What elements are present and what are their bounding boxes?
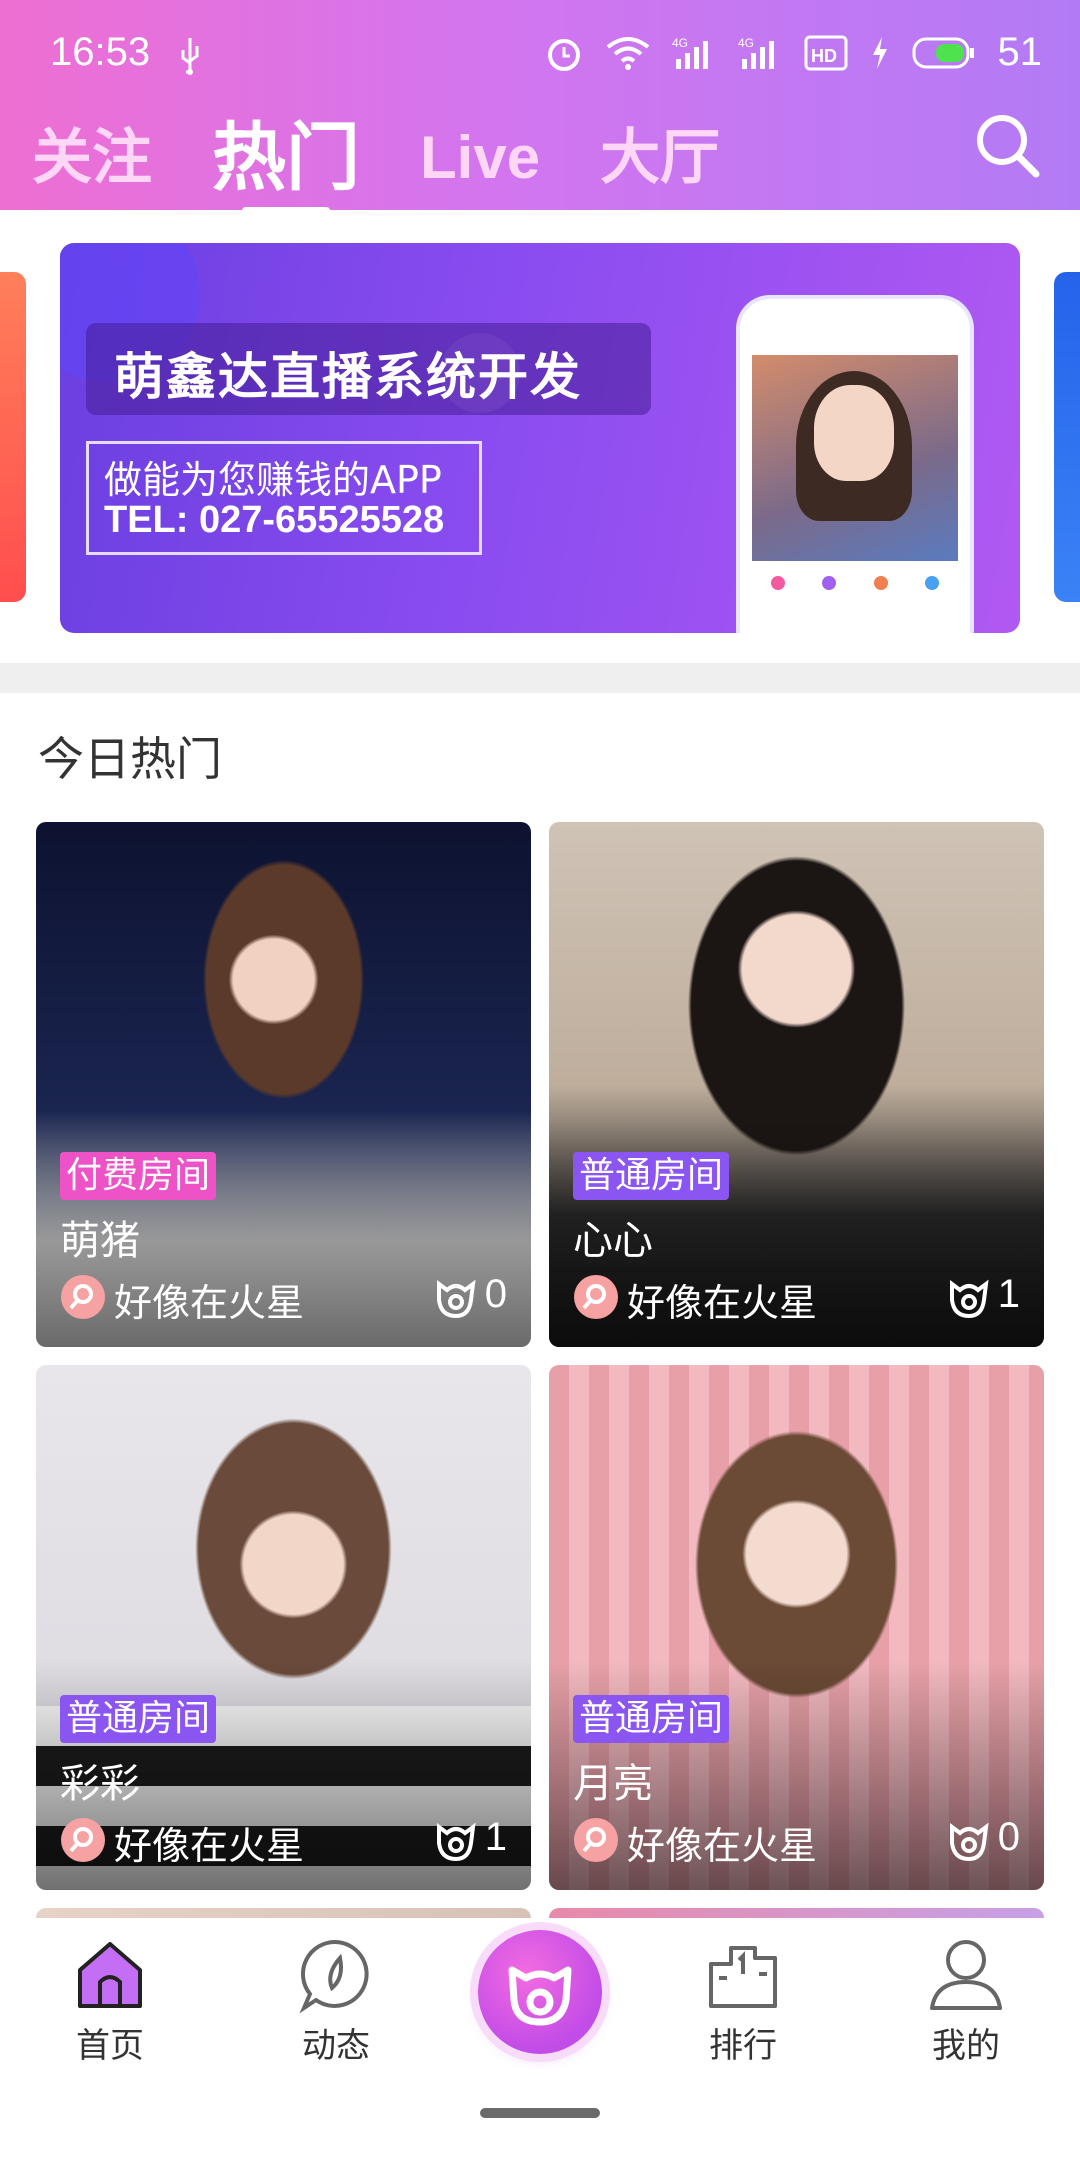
room-type-badge: 普通房间 xyxy=(573,1695,730,1743)
streamer-name: 月亮 xyxy=(573,1761,653,1807)
wifi-icon xyxy=(606,36,649,70)
top-header: 16:53 4G 4G HD 51 关注 热门 Live 大厅 xyxy=(0,0,1080,214)
viewer-cat-icon xyxy=(437,1822,476,1862)
svg-text:HD: HD xyxy=(811,46,837,66)
banner-carousel[interactable]: 萌鑫达直播系统开发 做能为您赚钱的APP TEL: 027-65525528 xyxy=(0,210,1080,660)
banner-slogan: 做能为您赚钱的APP xyxy=(104,458,442,502)
nav-label: 我的 xyxy=(932,2026,1000,2066)
nav-moments[interactable]: 动态 xyxy=(256,1934,416,2067)
nav-ranking[interactable]: 排行 xyxy=(663,1934,823,2067)
phone-icon-bar xyxy=(752,561,958,605)
room-type-badge: 付费房间 xyxy=(60,1152,217,1200)
live-room-card[interactable]: 普通房间 心心 好像在火星 1 xyxy=(549,822,1044,1347)
viewer-count: 1 xyxy=(997,1272,1020,1316)
section-divider xyxy=(0,663,1080,693)
banner-slide[interactable]: 萌鑫达直播系统开发 做能为您赚钱的APP TEL: 027-65525528 xyxy=(60,243,1020,633)
hd-icon: HD xyxy=(804,35,847,70)
signal-4g-icon: 4G xyxy=(672,36,708,69)
home-icon xyxy=(78,1942,142,2008)
phone-screen xyxy=(752,355,958,561)
nav-label: 首页 xyxy=(76,2026,144,2066)
live-room-card[interactable]: 付费房间 萌猪 好像在火星 0 xyxy=(36,822,531,1347)
location-pin-icon xyxy=(574,1275,618,1319)
status-time: 16:53 xyxy=(50,30,151,74)
nav-label: 动态 xyxy=(302,2026,370,2066)
alarm-icon xyxy=(547,38,580,71)
viewer-cat-icon xyxy=(950,1822,989,1862)
streamer-location: 好像在火星 xyxy=(627,1824,818,1868)
system-home-indicator[interactable] xyxy=(480,2108,600,2118)
charging-icon xyxy=(872,36,887,69)
usb-icon xyxy=(181,38,199,75)
streamer-name: 萌猪 xyxy=(60,1218,140,1264)
svg-text:4G: 4G xyxy=(738,36,754,50)
viewer-cat-icon xyxy=(950,1279,989,1319)
section-title: 今日热门 xyxy=(38,732,222,786)
tab-hot[interactable]: 热门 xyxy=(212,118,360,214)
tab-hall[interactable]: 大厅 xyxy=(600,118,720,198)
nav-profile[interactable]: 我的 xyxy=(886,1934,1046,2067)
status-icons: 4G 4G HD 51 xyxy=(544,30,1043,75)
location-pin-icon xyxy=(61,1275,105,1319)
streamer-location: 好像在火星 xyxy=(114,1281,305,1325)
banner-tel: TEL: 027-65525528 xyxy=(104,499,445,541)
cat-logo-icon xyxy=(508,1966,572,2026)
viewer-cat-icon xyxy=(437,1279,476,1319)
search-icon[interactable] xyxy=(972,110,1042,180)
banner-title: 萌鑫达直播系统开发 xyxy=(114,348,582,406)
nav-label: 排行 xyxy=(709,2026,777,2066)
live-room-card[interactable]: 普通房间 月亮 好像在火星 0 xyxy=(549,1365,1044,1890)
ranking-icon xyxy=(709,1946,777,2008)
streamer-location: 好像在火星 xyxy=(627,1281,818,1325)
viewer-count: 0 xyxy=(997,1815,1020,1859)
tab-live[interactable]: Live xyxy=(420,118,540,198)
phone-photo-face xyxy=(814,385,894,481)
profile-icon xyxy=(930,1940,1002,2010)
room-type-badge: 普通房间 xyxy=(60,1695,217,1743)
tab-follow[interactable]: 关注 xyxy=(32,118,152,198)
streamer-name: 心心 xyxy=(573,1218,653,1264)
location-pin-icon xyxy=(61,1818,105,1862)
nav-home[interactable]: 首页 xyxy=(30,1934,190,2067)
live-room-card[interactable]: 普通房间 彩彩 好像在火星 1 xyxy=(36,1365,531,1890)
status-bar: 16:53 4G 4G HD 51 xyxy=(0,0,1080,110)
top-tabs: 关注 热门 Live 大厅 xyxy=(32,108,780,214)
battery-icon xyxy=(912,37,974,68)
streamer-location: 好像在火星 xyxy=(114,1824,305,1868)
moments-icon xyxy=(299,1939,369,2014)
banner-prev-peek xyxy=(0,272,26,602)
go-live-button[interactable] xyxy=(478,1930,602,2054)
battery-level: 51 xyxy=(997,30,1043,74)
svg-text:4G: 4G xyxy=(672,36,688,50)
viewer-count: 1 xyxy=(484,1815,507,1859)
location-pin-icon xyxy=(574,1818,618,1862)
phone-mockup xyxy=(740,299,970,633)
room-type-badge: 普通房间 xyxy=(573,1152,730,1200)
viewer-count: 0 xyxy=(484,1272,507,1316)
bottom-navigation: 首页 动态 排行 我的 xyxy=(0,1918,1080,2160)
banner-next-peek xyxy=(1054,272,1080,602)
signal-4g-icon-2: 4G xyxy=(738,36,774,69)
streamer-name: 彩彩 xyxy=(60,1761,140,1807)
